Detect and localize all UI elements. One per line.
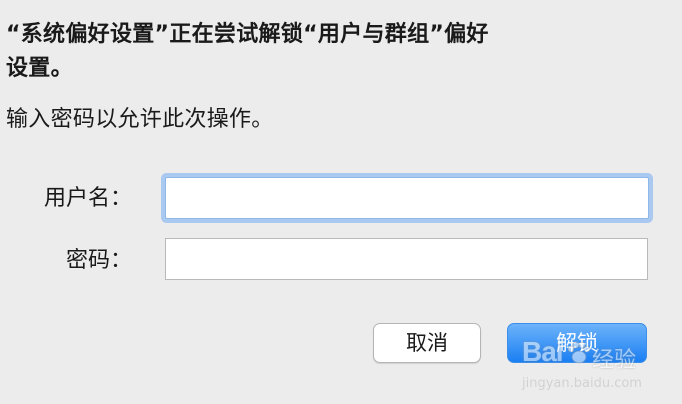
- dialog-title-line2: 设置。: [6, 56, 73, 81]
- dialog-title-line1: “系统偏好设置”正在尝试解锁“用户与群组”偏好: [6, 22, 489, 47]
- unlock-button[interactable]: 解锁: [507, 323, 647, 363]
- username-label: 用户名：: [43, 186, 132, 211]
- dialog-title: “系统偏好设置”正在尝试解锁“用户与群组”偏好 设置。: [6, 18, 606, 86]
- username-field[interactable]: [165, 177, 649, 219]
- password-field[interactable]: [165, 238, 648, 280]
- cancel-button[interactable]: 取消: [373, 323, 481, 363]
- watermark-url: jingyan.baidu.com: [522, 376, 642, 391]
- password-label: 密码：: [65, 248, 132, 273]
- dialog-message: 输入密码以允许此次操作。: [6, 107, 274, 132]
